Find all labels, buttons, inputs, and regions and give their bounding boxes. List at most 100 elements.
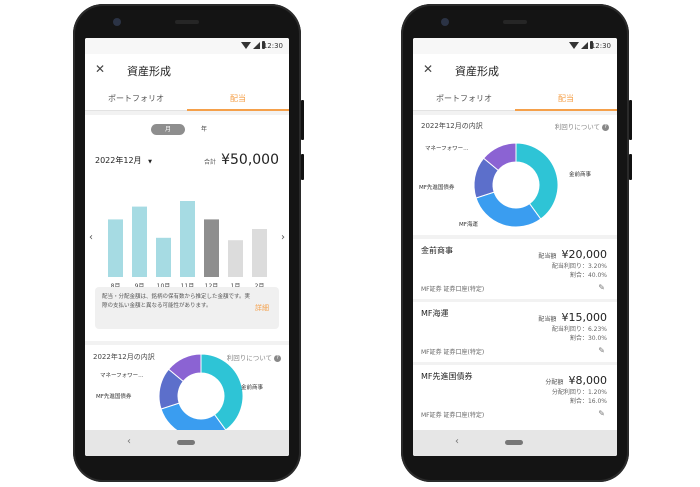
breakdown-card: 2022年12月の内訳 利回りについて? マネーフォワー… MF先進国債券 MF… <box>413 115 617 235</box>
holding-name: MF先進国債券 <box>421 372 473 381</box>
tab-indicator <box>187 109 289 111</box>
share-label: 割合： <box>569 272 588 279</box>
share-value: 30.0% <box>587 335 607 342</box>
close-icon[interactable]: ✕ <box>95 62 105 76</box>
yield-row: 分配利回り：1.20% <box>552 387 607 396</box>
breakdown-card: 2022年12月の内訳 利回りについて? マネーフォワー… MF先進国債券 金前… <box>85 345 289 435</box>
holding-amount-row: 配当額 ¥20,000 <box>538 243 607 262</box>
wifi-icon <box>241 42 251 49</box>
share-value: 40.0% <box>587 272 607 279</box>
share-row: 割合：16.0% <box>570 396 607 405</box>
total-block: 合計 ¥50,000 <box>204 149 279 168</box>
holding-card[interactable]: MF海運 配当額 ¥15,000 配当利回り：6.23% 割合：30.0% MF… <box>413 302 617 362</box>
estimate-note-text: 配当・分配金額は、銘柄の保有数から推定した金額です。実際の支払い金額と異なる可能… <box>102 294 250 309</box>
total-label: 合計 <box>203 159 216 166</box>
bar-10月[interactable] <box>156 237 171 277</box>
pencil-icon[interactable]: ✎ <box>598 346 605 355</box>
toggle-month[interactable]: 月 <box>151 124 185 135</box>
power-button <box>301 100 304 140</box>
donut-label-money-forward: マネーフォワー… <box>100 373 144 379</box>
status-bar: 12:30 <box>413 38 617 54</box>
app-bar: ✕ 資産形成 <box>413 54 617 86</box>
share-label: 割合： <box>569 335 588 342</box>
tab-bar: ポートフォリオ 配当 <box>85 86 289 111</box>
amount-label: 分配額 <box>545 379 564 386</box>
share-value: 16.0% <box>587 398 607 405</box>
bar-1月[interactable] <box>228 240 243 277</box>
wifi-icon <box>569 42 579 49</box>
tab-bar: ポートフォリオ 配当 <box>413 86 617 111</box>
holding-card[interactable]: MF先進国債券 分配額 ¥8,000 分配利回り：1.20% 割合：16.0% … <box>413 365 617 431</box>
tab-portfolio[interactable]: ポートフォリオ <box>85 93 187 104</box>
dividend-chart-card: 月 年 2022年12月 ▼ 合計 ¥50,000 ‹ › 8月9月10月11月… <box>85 115 289 341</box>
holding-name: MF海運 <box>421 309 449 318</box>
amount-value: ¥15,000 <box>561 311 608 324</box>
earpiece-speaker <box>175 20 199 24</box>
app-bar: ✕ 資産形成 <box>85 54 289 86</box>
account-label: MF証券 証券口座(特定) <box>421 286 485 293</box>
month-selector[interactable]: 2022年12月 ▼ <box>95 155 152 166</box>
details-link[interactable]: 詳細 <box>255 303 269 313</box>
tab-dividend[interactable]: 配当 <box>515 93 617 104</box>
holding-card[interactable]: 金前商事 配当額 ¥20,000 配当利回り：3.20% 割合：40.0% MF… <box>413 239 617 299</box>
page-title: 資産形成 <box>455 65 499 78</box>
signal-icon <box>581 42 588 49</box>
donut-slice-MF海運[interactable] <box>475 191 542 228</box>
volume-button <box>629 154 632 180</box>
power-button <box>629 100 632 140</box>
donut-label-mf-bond: MF先進国債券 <box>96 394 132 400</box>
amount-value: ¥8,000 <box>568 374 608 387</box>
close-icon[interactable]: ✕ <box>423 62 433 76</box>
yield-value: 1.20% <box>587 389 607 396</box>
donut-label-money-forward: マネーフォワー… <box>425 146 469 152</box>
holding-amount-row: 分配額 ¥8,000 <box>545 369 607 388</box>
back-icon[interactable]: ‹ <box>455 436 459 447</box>
status-time: 12:30 <box>590 42 611 50</box>
earpiece-speaker <box>503 20 527 24</box>
yield-label: 配当利回り： <box>551 326 588 333</box>
total-value: ¥50,000 <box>221 152 279 168</box>
phone-frame-right: 12:30 ✕ 資産形成 ポートフォリオ 配当 2022年12月の内訳 利回りに… <box>401 4 632 482</box>
toggle-year[interactable]: 年 <box>201 124 207 135</box>
bar-2月[interactable] <box>252 229 267 277</box>
volume-button <box>301 154 304 180</box>
month-label: 2022年12月 <box>95 156 142 165</box>
share-label: 割合： <box>569 398 588 405</box>
yield-row: 配当利回り：3.20% <box>552 261 607 270</box>
home-pill-icon[interactable] <box>177 440 195 445</box>
donut-label-kinzen: 金前商事 <box>569 172 592 178</box>
pencil-icon[interactable]: ✎ <box>598 409 605 418</box>
dividend-bar-chart: 8月9月10月11月12月1月2月 <box>108 201 267 290</box>
bar-11月[interactable] <box>180 201 195 277</box>
front-camera <box>441 18 449 26</box>
home-pill-icon[interactable] <box>505 440 523 445</box>
front-camera <box>113 18 121 26</box>
back-icon[interactable]: ‹ <box>127 436 131 447</box>
phone-frame-left: 12:30 ✕ 資産形成 ポートフォリオ 配当 月 年 2022年12月 ▼ 合… <box>73 4 304 482</box>
pencil-icon[interactable]: ✎ <box>598 283 605 292</box>
android-nav-bar: ‹ <box>413 430 617 456</box>
yield-value: 3.20% <box>587 263 607 270</box>
android-nav-bar: ‹ <box>85 430 289 456</box>
status-time: 12:30 <box>262 42 283 50</box>
yield-row: 配当利回り：6.23% <box>552 324 607 333</box>
bar-8月[interactable] <box>108 219 123 277</box>
share-row: 割合：30.0% <box>570 333 607 342</box>
donut-label-mf-bond: MF先進国債券 <box>419 185 455 191</box>
yield-label: 分配利回り： <box>551 389 588 396</box>
status-bar: 12:30 <box>85 38 289 54</box>
page-title: 資産形成 <box>127 65 171 78</box>
holding-name: 金前商事 <box>421 246 453 255</box>
holding-amount-row: 配当額 ¥15,000 <box>538 306 607 325</box>
yield-label: 配当利回り： <box>551 263 588 270</box>
account-label: MF証券 証券口座(特定) <box>421 349 485 356</box>
share-row: 割合：40.0% <box>570 270 607 279</box>
amount-label: 配当額 <box>538 316 557 323</box>
donut-label-kinzen: 金前商事 <box>241 385 264 391</box>
tab-dividend[interactable]: 配当 <box>187 93 289 104</box>
donut-label-mf-kaiun: MF海運 <box>459 222 478 228</box>
bar-9月[interactable] <box>132 206 147 277</box>
bar-12月[interactable] <box>204 219 219 277</box>
tab-portfolio[interactable]: ポートフォリオ <box>413 93 515 104</box>
screen-right: 12:30 ✕ 資産形成 ポートフォリオ 配当 2022年12月の内訳 利回りに… <box>413 38 617 456</box>
